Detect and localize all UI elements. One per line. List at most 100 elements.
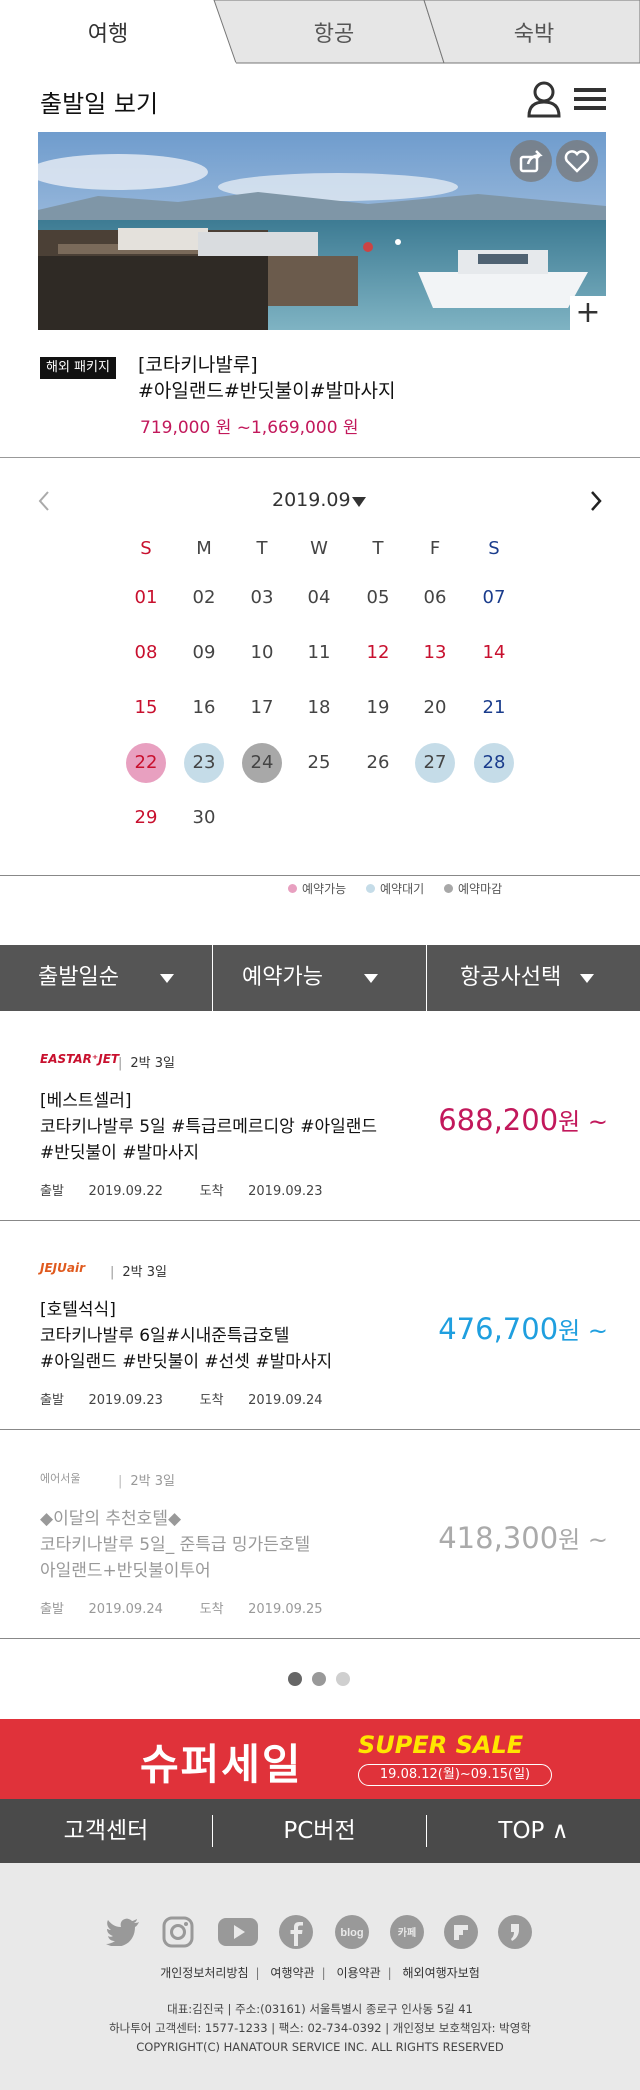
calendar-day[interactable]: 28 bbox=[474, 743, 514, 783]
status-label: 예약가능 bbox=[242, 965, 323, 990]
calendar-day: 17 bbox=[250, 697, 274, 718]
legend-label: 예약마감 bbox=[458, 882, 503, 896]
page-dot[interactable] bbox=[312, 1672, 326, 1686]
calendar-day: 18 bbox=[307, 697, 331, 718]
item-price: 418,300원 ~ bbox=[438, 1521, 608, 1555]
blog-icon[interactable]: blog bbox=[335, 1915, 369, 1949]
weekday-label: S bbox=[140, 538, 152, 559]
travel-terms-link[interactable]: 여행약관 bbox=[270, 1966, 314, 1980]
promo-banner[interactable]: 슈퍼세일 SUPER SALE 19.08.12(월)~09.15(일) bbox=[0, 1719, 640, 1799]
customer-center-link[interactable]: 고객센터 bbox=[0, 1799, 212, 1863]
calendar-month[interactable]: 2019.09 bbox=[272, 489, 351, 511]
kakao-story-icon[interactable] bbox=[498, 1915, 532, 1949]
tab-flight[interactable]: 항공 bbox=[286, 16, 382, 48]
weekday-label: F bbox=[429, 538, 441, 559]
legend-item: 예약대기 bbox=[366, 880, 424, 897]
calendar-day[interactable]: 27 bbox=[415, 743, 455, 783]
calendar-day: 21 bbox=[482, 697, 506, 718]
facebook-icon[interactable] bbox=[279, 1915, 313, 1949]
hero-image bbox=[38, 132, 606, 330]
list-item[interactable]: 에어서울 | 2박 3일 ◆이달의 추천호텔◆ 코타키나발루 5일_ 준특급 밍가든… bbox=[0, 1430, 640, 1638]
calendar-day: 14 bbox=[482, 642, 506, 663]
page-dot[interactable] bbox=[336, 1672, 350, 1686]
company-address: 대표:김진국 | 주소:(03161) 서울특별시 종로구 인사동 5길 41 bbox=[167, 2002, 473, 2016]
calendar-day: 06 bbox=[423, 587, 447, 608]
calendar-day[interactable]: 23 bbox=[184, 743, 224, 783]
calendar-day: 01 bbox=[134, 587, 158, 608]
airline-dropdown[interactable]: 항공사선택 bbox=[460, 945, 595, 1011]
youtube-icon[interactable] bbox=[218, 1915, 258, 1949]
caret-down-icon bbox=[580, 973, 595, 983]
item-dates: 출발 2019.09.22 도착 2019.09.23 bbox=[40, 1184, 323, 1199]
legend-item: 예약가능 bbox=[288, 880, 346, 897]
terms-link[interactable]: 이용약관 bbox=[336, 1966, 380, 1980]
footer-nav: 고객센터 PC버전 TOP ∧ bbox=[0, 1799, 640, 1863]
caret-down-icon bbox=[159, 973, 174, 983]
insurance-link[interactable]: 해외여행자보험 bbox=[403, 1966, 480, 1980]
calendar-day: 10 bbox=[250, 642, 274, 663]
weekday-label: T bbox=[372, 538, 384, 559]
user-icon[interactable] bbox=[526, 80, 562, 122]
calendar-day: 25 bbox=[307, 752, 331, 773]
weekday-label: S bbox=[488, 538, 500, 559]
cafe-label: 카페 bbox=[398, 1926, 416, 1939]
divider bbox=[0, 875, 640, 876]
legend-label: 예약대기 bbox=[380, 882, 425, 896]
heart-icon[interactable] bbox=[556, 140, 598, 182]
legend-item: 예약마감 bbox=[444, 880, 502, 897]
pc-version-link[interactable]: PC버전 bbox=[213, 1799, 426, 1863]
chevron-left-icon[interactable] bbox=[36, 489, 52, 517]
calendar-day: 20 bbox=[423, 697, 447, 718]
caret-down-icon[interactable] bbox=[352, 497, 366, 507]
sort-dropdown[interactable]: 출발일순 bbox=[38, 945, 174, 1011]
divider bbox=[0, 457, 640, 458]
calendar-day: 26 bbox=[366, 752, 390, 773]
tab-bar: 여행 항공 숙박 bbox=[0, 0, 640, 64]
more-button[interactable]: + bbox=[570, 296, 606, 332]
tab-travel[interactable]: 여행 bbox=[60, 16, 156, 48]
twitter-icon[interactable] bbox=[106, 1915, 140, 1949]
instagram-icon[interactable] bbox=[161, 1915, 195, 1949]
calendar-day: 15 bbox=[134, 697, 158, 718]
list-item[interactable]: JEJUair | 2박 3일 [호텔석식] 코타키나발루 6일#시내준특급호텔 #아… bbox=[0, 1221, 640, 1429]
cafe-icon[interactable]: 카페 bbox=[390, 1915, 424, 1949]
calendar-day[interactable]: 22 bbox=[126, 743, 166, 783]
sort-label: 출발일순 bbox=[38, 965, 119, 990]
banner-dates: 19.08.12(월)~09.15(일) bbox=[358, 1764, 552, 1786]
pagination-dots bbox=[288, 1672, 350, 1686]
calendar-day: 03 bbox=[250, 587, 274, 608]
blog-label: blog bbox=[340, 1927, 363, 1939]
calendar-day: 16 bbox=[192, 697, 216, 718]
calendar-day: 19 bbox=[366, 697, 390, 718]
top-link[interactable]: TOP ∧ bbox=[427, 1799, 640, 1863]
item-dates: 출발 2019.09.24 도착 2019.09.25 bbox=[40, 1602, 323, 1617]
product-price: 719,000 원 ~1,669,000 원 bbox=[140, 418, 359, 438]
page-dot[interactable] bbox=[288, 1672, 302, 1686]
company-contact: 하나투어 고객센터: 1577-1233 | 팩스: 02-734-0392 |… bbox=[109, 2021, 531, 2035]
tab-hotel[interactable]: 숙박 bbox=[486, 16, 582, 48]
airline-logo: EASTAR⁺JET bbox=[40, 1052, 120, 1066]
footer-links: 개인정보처리방침 | 여행약관 | 이용약관 | 해외여행자보험 bbox=[160, 1966, 480, 1980]
banner-english: SUPER SALE bbox=[358, 1731, 524, 1759]
item-title: [베스트셀러] 코타키나발루 5일 #특급르메르디앙 #아일랜드 #반딧불이 #발마… bbox=[40, 1091, 378, 1163]
status-dropdown[interactable]: 예약가능 bbox=[242, 945, 378, 1011]
privacy-link[interactable]: 개인정보처리방침 bbox=[160, 1966, 248, 1980]
divider bbox=[212, 945, 213, 1011]
menu-icon[interactable] bbox=[574, 86, 606, 116]
calendar-day: 07 bbox=[482, 587, 506, 608]
calendar-day: 04 bbox=[307, 587, 331, 608]
calendar-day: 13 bbox=[423, 642, 447, 663]
legend-dot bbox=[288, 884, 297, 893]
list-item[interactable]: EASTAR⁺JET | 2박 3일 [베스트셀러] 코타키나발루 5일 #특급르메… bbox=[0, 1012, 640, 1220]
package-badge: 해외 패키지 bbox=[40, 357, 116, 379]
flipboard-icon[interactable] bbox=[444, 1915, 478, 1949]
footer: blog 카페 개인정보처리방침 | 여행약관 | 이용약관 | 해외여행자보험 대표… bbox=[0, 1863, 640, 2090]
share-icon[interactable] bbox=[510, 140, 552, 182]
weekday-label: W bbox=[310, 538, 328, 559]
caret-down-icon bbox=[363, 973, 378, 983]
item-title: [호텔석식] 코타키나발루 6일#시내준특급호텔 #아일랜드 #반딧불이 #선셋 #… bbox=[40, 1300, 333, 1372]
item-price: 688,200원 ~ bbox=[438, 1103, 608, 1137]
chevron-right-icon[interactable] bbox=[588, 489, 604, 517]
airline-logo: JEJUair bbox=[40, 1261, 85, 1275]
item-dates: 출발 2019.09.23 도착 2019.09.24 bbox=[40, 1393, 323, 1408]
